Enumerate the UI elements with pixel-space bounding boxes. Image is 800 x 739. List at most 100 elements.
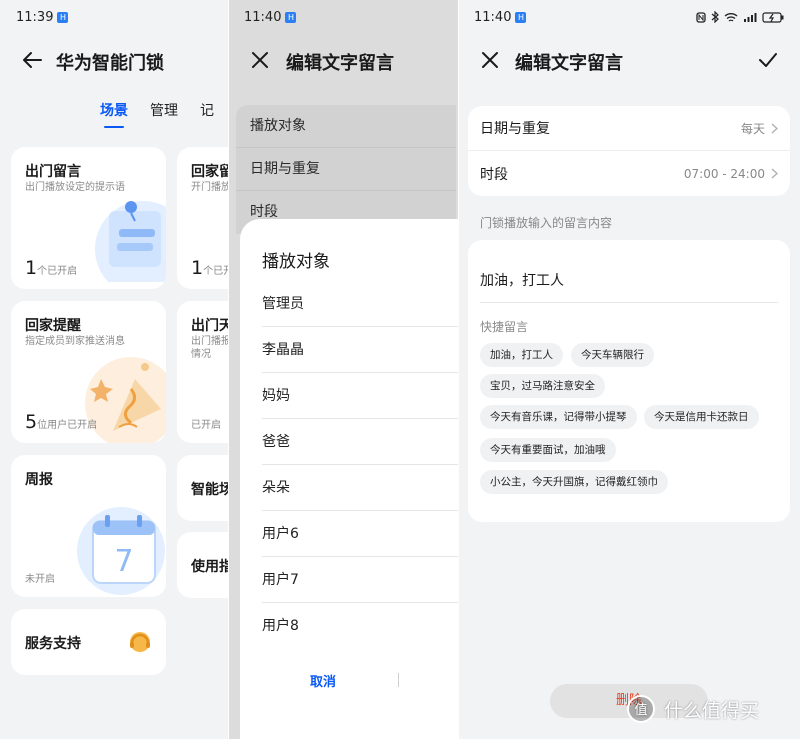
section-label: 门锁播放输入的留言内容 <box>480 216 613 230</box>
card-title: 智能场 <box>191 482 228 498</box>
target-item[interactable]: 管理员 <box>262 281 458 327</box>
battery-icon <box>762 11 784 23</box>
panel-divider <box>228 0 229 739</box>
row-value: 07:00 - 24:00 <box>684 167 778 181</box>
status-time: 11:40 <box>474 10 512 25</box>
target-item[interactable]: 用户7 <box>262 557 458 603</box>
card-count: 1个已开 <box>191 257 228 279</box>
page-title: 编辑文字留言 <box>515 53 623 74</box>
status-bar: 11:40 H <box>474 10 527 25</box>
target-list: 管理员 李晶晶 妈妈 爸爸 朵朵 用户6 用户7 用户8 <box>262 281 458 649</box>
message-note-icon <box>95 201 166 282</box>
card-guide[interactable]: 使用指 <box>177 532 228 598</box>
watermark: 值 什么值得买 <box>626 694 759 724</box>
card-count: 1个已开启 <box>25 257 77 279</box>
card-subtitle: 开门播放 <box>191 182 228 193</box>
back-arrow-icon[interactable] <box>20 48 44 72</box>
card-title: 出门天 <box>191 318 228 334</box>
input-underline <box>480 302 778 303</box>
watermark-logo-icon: 值 <box>627 695 655 723</box>
count-unit: 个已开启 <box>37 266 78 277</box>
sheet-title: 播放对象 <box>262 252 330 272</box>
close-icon[interactable] <box>478 48 502 72</box>
target-item[interactable]: 用户8 <box>262 603 458 649</box>
time-period-value: 07:00 - 24:00 <box>683 166 765 181</box>
wifi-icon <box>724 12 738 22</box>
page-title: 华为智能门锁 <box>56 53 164 74</box>
page-title: 编辑文字留言 <box>286 53 394 74</box>
card-smart-scene[interactable]: 智能场 <box>177 455 228 521</box>
message-content-card: 加油，打工人 快捷留言 加油，打工人 今天车辆限行 宝贝，过马路注意安全 今天有… <box>468 240 790 522</box>
target-item[interactable]: 李晶晶 <box>262 327 458 373</box>
calendar-icon: 7 <box>77 507 165 595</box>
count-number: 5 <box>25 411 38 433</box>
count-number: 1 <box>191 257 204 279</box>
hd-icon: H <box>57 12 69 23</box>
playback-target-sheet-panel: 11:40 H 编辑文字留言 播放对象 日期与重复 时段 播放对象 管理员 李晶… <box>228 0 458 739</box>
count-unit: 个已开 <box>203 266 228 277</box>
card-status: 已开启 <box>191 420 221 431</box>
bluetooth-icon <box>711 11 719 23</box>
quick-message-chip[interactable]: 小公主，今天升国旗，记得戴红领巾 <box>480 470 668 494</box>
quick-message-chip[interactable]: 宝贝，过马路注意安全 <box>480 374 605 398</box>
close-icon[interactable] <box>248 48 272 72</box>
tab-manage[interactable]: 管理 <box>150 100 178 120</box>
row-date-repeat[interactable]: 日期与重复 每天 <box>468 106 790 151</box>
target-item[interactable]: 爸爸 <box>262 419 458 465</box>
svg-text:值: 值 <box>634 702 647 718</box>
row-label: 时段 <box>480 166 508 183</box>
card-home-message[interactable]: 回家留 开门播放 1个已开 <box>177 147 228 289</box>
card-status: 未开启 <box>25 574 55 585</box>
card-weekly-report[interactable]: 周报 7 未开启 <box>11 455 166 597</box>
card-title: 出门留言 <box>25 164 81 180</box>
tab-bar: 场景 管理 记 <box>100 100 214 128</box>
card-out-weather[interactable]: 出门天 出门播报 情况 已开启 <box>177 301 228 443</box>
quick-message-chip[interactable]: 今天车辆限行 <box>571 343 654 367</box>
row-playback-target: 播放对象 <box>236 105 456 148</box>
card-title: 服务支持 <box>25 636 81 652</box>
dimmed-settings-list: 播放对象 日期与重复 时段 <box>236 105 456 234</box>
tab-records[interactable]: 记 <box>200 100 214 120</box>
card-title: 周报 <box>25 472 53 488</box>
card-count: 5位用户已开启 <box>25 411 97 433</box>
card-home-reminder[interactable]: 回家提醒 指定成员到家推送消息 5位用户已开启 <box>11 301 166 443</box>
message-text-input[interactable]: 加油，打工人 <box>480 270 564 290</box>
playback-target-sheet: 播放对象 管理员 李晶晶 妈妈 爸爸 朵朵 用户6 用户7 用户8 取消 <box>240 219 458 739</box>
quick-message-chip[interactable]: 加油，打工人 <box>480 343 563 367</box>
button-divider <box>398 673 399 687</box>
panel-divider <box>458 0 459 739</box>
target-item[interactable]: 妈妈 <box>262 373 458 419</box>
status-time: 11:40 <box>244 10 282 25</box>
target-item[interactable]: 用户6 <box>262 511 458 557</box>
card-title: 使用指 <box>191 559 228 575</box>
headset-icon <box>130 632 150 652</box>
quick-message-chip[interactable]: 今天是信用卡还款日 <box>644 405 759 429</box>
quick-message-chip[interactable]: 今天有音乐课，记得带小提琴 <box>480 405 637 429</box>
hd-icon: H <box>515 12 527 23</box>
status-icons <box>696 11 784 23</box>
target-item[interactable]: 朵朵 <box>262 465 458 511</box>
card-subtitle: 出门播报 <box>191 336 228 347</box>
signal-icon <box>744 12 757 22</box>
calendar-digit: 7 <box>114 544 133 579</box>
tab-scenes[interactable]: 场景 <box>100 100 128 128</box>
count-unit: 位用户已开启 <box>37 420 98 431</box>
nfc-icon <box>696 11 706 23</box>
confirm-check-icon[interactable] <box>756 48 780 72</box>
cancel-button[interactable]: 取消 <box>310 671 336 690</box>
quick-message-label: 快捷留言 <box>480 320 529 334</box>
card-service-support[interactable]: 服务支持 <box>11 609 166 675</box>
status-time: 11:39 <box>16 10 54 25</box>
row-date-repeat: 日期与重复 <box>236 148 456 191</box>
date-repeat-value: 每天 <box>740 121 765 136</box>
hd-icon: H <box>285 12 297 23</box>
chevron-right-icon <box>771 122 778 134</box>
chevron-right-icon <box>771 168 778 179</box>
status-bar: 11:39 H <box>16 10 69 25</box>
row-time-period[interactable]: 时段 07:00 - 24:00 <box>468 151 790 196</box>
row-label: 日期与重复 <box>480 121 550 137</box>
quick-message-chip[interactable]: 今天有重要面试，加油哦 <box>480 438 616 462</box>
schedule-settings-card: 日期与重复 每天 时段 07:00 - 24:00 <box>468 106 790 196</box>
row-value: 每天 <box>741 120 778 137</box>
card-out-message[interactable]: 出门留言 出门播放设定的提示语 1个已开启 <box>11 147 166 289</box>
